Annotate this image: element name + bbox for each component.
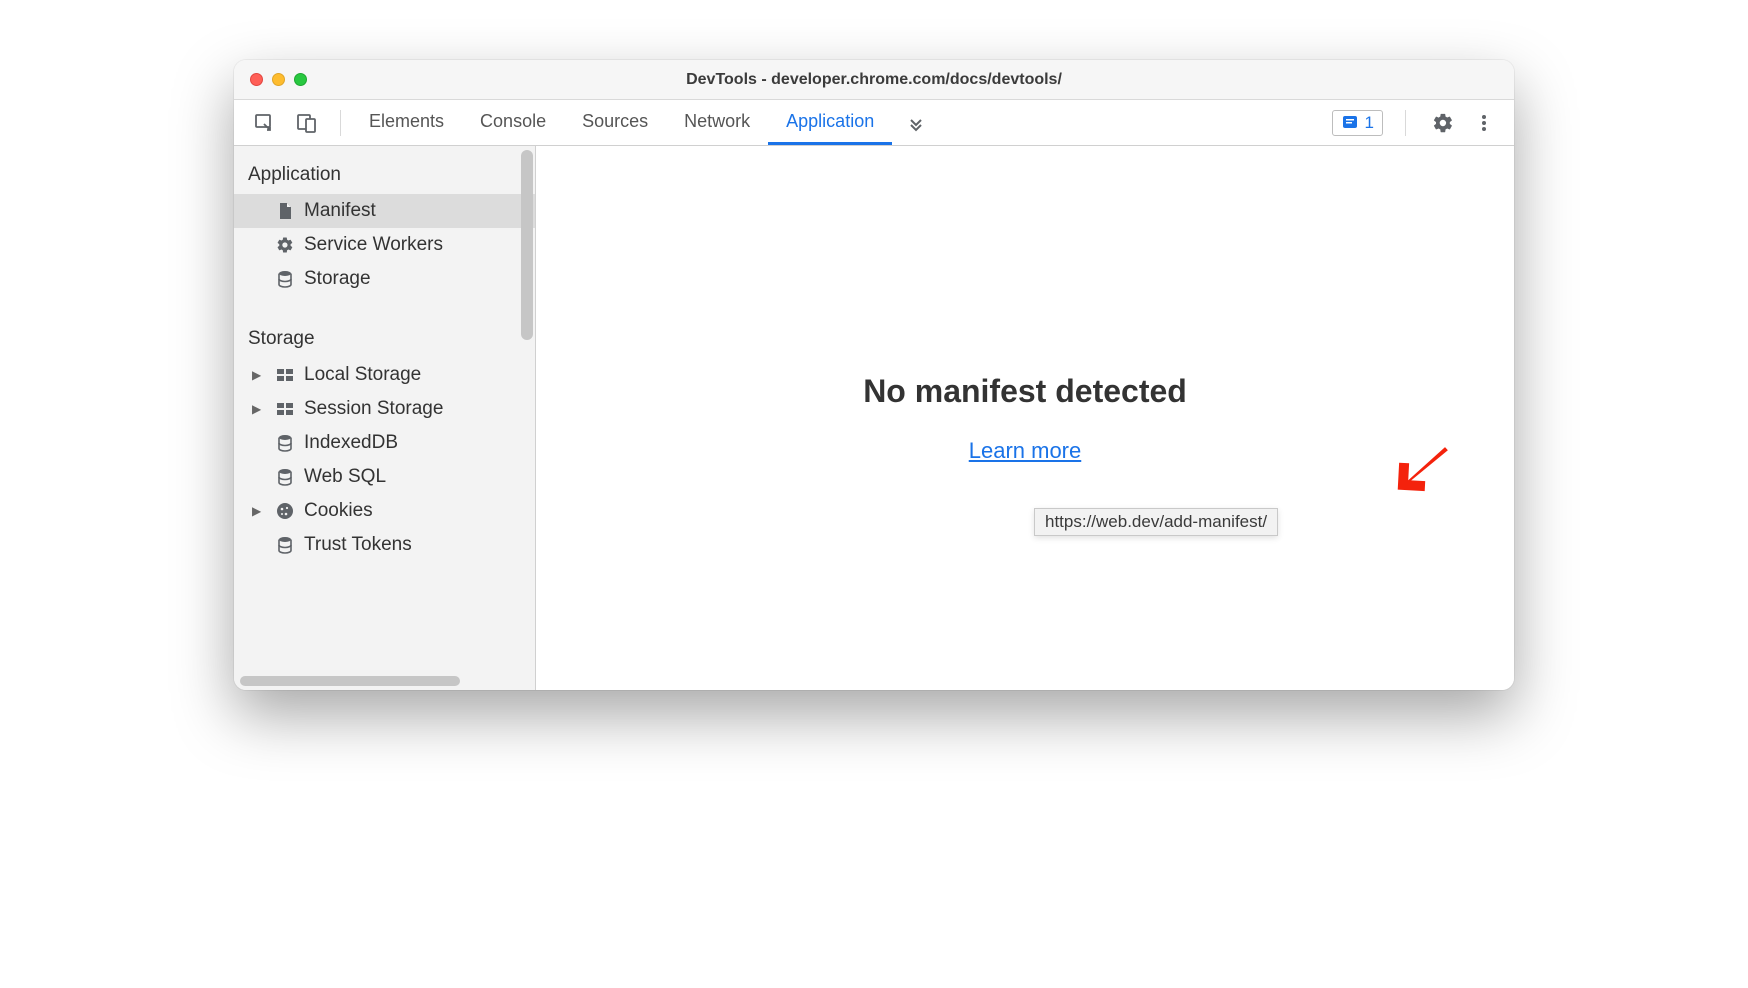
- sidebar-item-label: Service Workers: [304, 234, 443, 256]
- vertical-scrollbar[interactable]: [521, 150, 533, 340]
- sidebar-item-label: Manifest: [304, 200, 376, 222]
- tab-application[interactable]: Application: [768, 100, 892, 145]
- sidebar-item-manifest[interactable]: ▶ Manifest: [234, 194, 535, 228]
- learn-more-link[interactable]: Learn more: [969, 438, 1082, 464]
- sidebar-item-label: Web SQL: [304, 466, 386, 488]
- kebab-menu-icon[interactable]: [1470, 109, 1498, 137]
- caret-icon[interactable]: ▶: [252, 402, 266, 416]
- link-tooltip: https://web.dev/add-manifest/: [1034, 508, 1278, 536]
- close-button[interactable]: [250, 73, 263, 86]
- application-sidebar: Application ▶ Manifest ▶ Service Workers…: [234, 146, 536, 690]
- horizontal-scrollbar[interactable]: [240, 676, 460, 686]
- sidebar-item-local-storage[interactable]: ▶ Local Storage: [234, 358, 535, 392]
- database-icon: [274, 434, 296, 452]
- divider: [340, 110, 341, 136]
- issues-count: 1: [1365, 113, 1374, 133]
- sidebar-item-label: Local Storage: [304, 364, 421, 386]
- sidebar-item-label: Storage: [304, 268, 371, 290]
- gear-icon: [274, 236, 296, 254]
- content-area: Application ▶ Manifest ▶ Service Workers…: [234, 146, 1514, 690]
- panel-tabs: Elements Console Sources Network Applica…: [351, 100, 892, 145]
- caret-icon[interactable]: ▶: [252, 504, 266, 518]
- minimize-button[interactable]: [272, 73, 285, 86]
- sidebar-item-trust-tokens[interactable]: ▶ Trust Tokens: [234, 528, 535, 562]
- devtools-toolbar: Elements Console Sources Network Applica…: [234, 100, 1514, 146]
- more-tabs-icon[interactable]: [892, 113, 940, 133]
- tab-elements[interactable]: Elements: [351, 100, 462, 145]
- titlebar: DevTools - developer.chrome.com/docs/dev…: [234, 60, 1514, 100]
- database-icon: [274, 270, 296, 288]
- inspect-element-icon[interactable]: [250, 108, 280, 138]
- divider: [1405, 110, 1406, 136]
- sidebar-item-label: Session Storage: [304, 398, 443, 420]
- settings-icon[interactable]: [1428, 108, 1458, 138]
- sidebar-item-label: Trust Tokens: [304, 534, 412, 556]
- sidebar-item-session-storage[interactable]: ▶ Session Storage: [234, 392, 535, 426]
- section-header-application: Application: [234, 154, 535, 194]
- devtools-window: DevTools - developer.chrome.com/docs/dev…: [234, 60, 1514, 690]
- issues-button[interactable]: 1: [1332, 110, 1383, 136]
- file-icon: [274, 202, 296, 220]
- cookie-icon: [274, 502, 296, 520]
- mac-traffic-lights: [250, 73, 307, 86]
- sidebar-item-label: Cookies: [304, 500, 373, 522]
- empty-state-heading: No manifest detected: [863, 373, 1187, 410]
- tab-network[interactable]: Network: [666, 100, 768, 145]
- sidebar-item-service-workers[interactable]: ▶ Service Workers: [234, 228, 535, 262]
- annotation-arrow-icon: [1394, 436, 1454, 496]
- tab-console[interactable]: Console: [462, 100, 564, 145]
- database-icon: [274, 468, 296, 486]
- sidebar-item-storage[interactable]: ▶ Storage: [234, 262, 535, 296]
- device-toolbar-icon[interactable]: [292, 108, 322, 138]
- sidebar-item-indexeddb[interactable]: ▶ IndexedDB: [234, 426, 535, 460]
- database-icon: [274, 536, 296, 554]
- sidebar-item-cookies[interactable]: ▶ Cookies: [234, 494, 535, 528]
- grid-icon: [274, 366, 296, 384]
- zoom-button[interactable]: [294, 73, 307, 86]
- main-panel: No manifest detected Learn more https://…: [536, 146, 1514, 690]
- grid-icon: [274, 400, 296, 418]
- caret-icon[interactable]: ▶: [252, 368, 266, 382]
- window-title: DevTools - developer.chrome.com/docs/dev…: [234, 71, 1514, 89]
- sidebar-item-label: IndexedDB: [304, 432, 398, 454]
- section-header-storage: Storage: [234, 318, 535, 358]
- sidebar-item-websql[interactable]: ▶ Web SQL: [234, 460, 535, 494]
- tab-sources[interactable]: Sources: [564, 100, 666, 145]
